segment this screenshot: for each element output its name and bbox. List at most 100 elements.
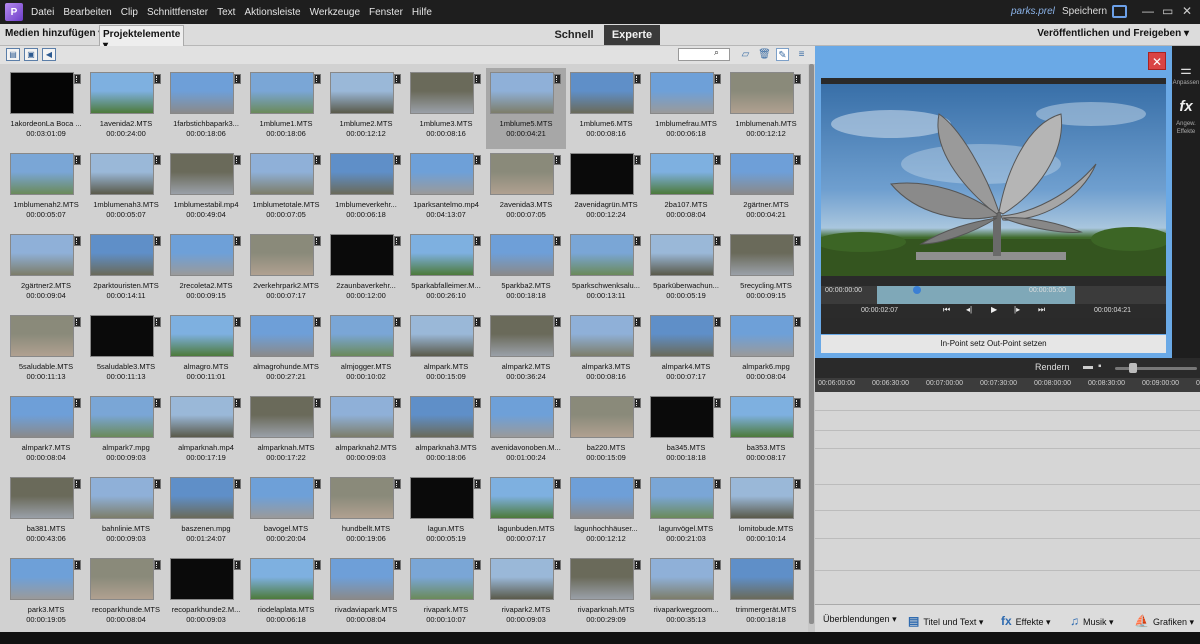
menu-clip[interactable]: Clip bbox=[121, 7, 138, 18]
filter-video-icon[interactable]: ▤ bbox=[6, 48, 20, 61]
effects-button[interactable]: fx Effekte ▾ bbox=[1001, 614, 1051, 628]
play-icon[interactable]: ▶ bbox=[991, 305, 997, 314]
media-thumbnail[interactable]: 5recycling.MTS 00:00:09:15 bbox=[726, 230, 806, 311]
menu-fenster[interactable]: Fenster bbox=[369, 7, 403, 18]
menu-aktionsleiste[interactable]: Aktionsleiste bbox=[244, 7, 300, 18]
media-thumbnail[interactable]: 2recoleta2.MTS 00:00:09:15 bbox=[166, 230, 246, 311]
minimize-icon[interactable]: — bbox=[1142, 4, 1154, 18]
media-thumbnail[interactable]: almagrohunde.MTS 00:00:27:21 bbox=[246, 311, 326, 392]
search-icon[interactable]: ⌕ bbox=[714, 47, 724, 57]
menu-schnittfenster[interactable]: Schnittfenster bbox=[147, 7, 208, 18]
media-thumbnail[interactable]: almparknah2.MTS 00:00:09:03 bbox=[326, 392, 406, 473]
playhead-icon[interactable] bbox=[913, 286, 921, 294]
media-thumbnail[interactable]: 1mblumetotale.MTS 00:00:07:05 bbox=[246, 149, 326, 230]
timeline-tracks[interactable] bbox=[815, 392, 1200, 604]
media-thumbnail[interactable]: almpark.MTS 00:00:15:09 bbox=[406, 311, 486, 392]
media-thumbnail[interactable]: almparknah.MTS 00:00:17:22 bbox=[246, 392, 326, 473]
media-thumbnail[interactable]: 2gärtner2.MTS 00:00:09:04 bbox=[6, 230, 86, 311]
media-thumbnail[interactable]: lagunhochhäuser... 00:00:12:12 bbox=[566, 473, 646, 554]
media-thumbnail[interactable]: 1mblumenah.MTS 00:00:12:12 bbox=[726, 68, 806, 149]
media-thumbnail[interactable]: park3.MTS 00:00:19:05 bbox=[6, 554, 86, 632]
graphics-button[interactable]: ⛵ Grafiken ▾ bbox=[1134, 614, 1194, 628]
delete-icon[interactable]: 🗑 bbox=[758, 48, 771, 61]
media-thumbnail[interactable]: 1mblume1.MTS 00:00:18:06 bbox=[246, 68, 326, 149]
maximize-icon[interactable]: ▭ bbox=[1162, 4, 1173, 18]
timeline-ruler[interactable]: 00:06:00:00 00:06:30:00 00:07:00:00 00:07:3… bbox=[815, 378, 1200, 392]
media-thumbnail[interactable]: almpark6.mpg 00:00:08:04 bbox=[726, 311, 806, 392]
media-thumbnail[interactable]: lagunbuden.MTS 00:00:07:17 bbox=[486, 473, 566, 554]
media-thumbnail[interactable]: lagun.MTS 00:00:05:19 bbox=[406, 473, 486, 554]
media-thumbnail[interactable]: rivaparkwegzoom... 00:00:35:13 bbox=[646, 554, 726, 632]
media-thumbnail[interactable]: 1parksantelmo.mp4 00:04:13:07 bbox=[406, 149, 486, 230]
media-thumbnail[interactable]: ba345.MTS 00:00:18:18 bbox=[646, 392, 726, 473]
in-out-point-bar[interactable]: In-Point setz Out-Point setzen bbox=[821, 335, 1166, 353]
media-thumbnail[interactable]: ba353.MTS 00:00:08:17 bbox=[726, 392, 806, 473]
media-thumbnail[interactable]: lagunvögel.MTS 00:00:21:03 bbox=[646, 473, 726, 554]
media-thumbnail[interactable]: rivadaviapark.MTS 00:00:08:04 bbox=[326, 554, 406, 632]
media-thumbnail[interactable]: trimmergerät.MTS 00:00:18:18 bbox=[726, 554, 806, 632]
media-thumbnail[interactable]: ba220.MTS 00:00:15:09 bbox=[566, 392, 646, 473]
pin-icon[interactable]: ✎ bbox=[776, 48, 789, 61]
zoom-slider[interactable] bbox=[1115, 367, 1197, 370]
media-thumbnail[interactable]: 1mblumefrau.MTS 00:00:06:18 bbox=[646, 68, 726, 149]
tab-project-assets[interactable]: Projektelemente ▾ bbox=[99, 25, 184, 51]
media-thumbnail[interactable]: almjogger.MTS 00:00:10:02 bbox=[326, 311, 406, 392]
step-forward-icon[interactable]: |▸ bbox=[1014, 305, 1020, 314]
media-thumbnail[interactable]: ba381.MTS 00:00:43:06 bbox=[6, 473, 86, 554]
transitions-button[interactable]: Überblendungen ▾ bbox=[823, 614, 897, 625]
media-thumbnail[interactable]: 5parkschwenksalu... 00:00:13:11 bbox=[566, 230, 646, 311]
go-start-icon[interactable]: ⏮ bbox=[943, 305, 950, 315]
media-thumbnail[interactable]: almpark3.MTS 00:00:08:16 bbox=[566, 311, 646, 392]
media-thumbnail[interactable]: 5parküberwachun... 00:00:05:19 bbox=[646, 230, 726, 311]
step-back-icon[interactable]: ◂| bbox=[966, 305, 972, 314]
menu-bearbeiten[interactable]: Bearbeiten bbox=[63, 7, 111, 18]
media-thumbnail[interactable]: recoparkhunde.MTS 00:00:08:04 bbox=[86, 554, 166, 632]
media-thumbnail[interactable]: riodelaplata.MTS 00:00:06:18 bbox=[246, 554, 326, 632]
media-thumbnail[interactable]: 2gärtner.MTS 00:00:04:21 bbox=[726, 149, 806, 230]
media-thumbnail[interactable]: 2ba107.MTS 00:00:08:04 bbox=[646, 149, 726, 230]
media-thumbnail[interactable]: bahnlinie.MTS 00:00:09:03 bbox=[86, 473, 166, 554]
media-thumbnail[interactable]: avenidavonoben.M... 00:01:00:24 bbox=[486, 392, 566, 473]
media-thumbnail[interactable]: hundbellt.MTS 00:00:19:06 bbox=[326, 473, 406, 554]
media-thumbnail[interactable]: almparknah3.MTS 00:00:18:06 bbox=[406, 392, 486, 473]
menu-datei[interactable]: Datei bbox=[31, 7, 54, 18]
mode-expert-button[interactable]: Experte bbox=[604, 25, 660, 45]
applied-effects-icon[interactable]: fx bbox=[1175, 98, 1197, 116]
media-thumbnail[interactable]: 5saludable.MTS 00:00:11:13 bbox=[6, 311, 86, 392]
media-thumbnail[interactable]: almpark4.MTS 00:00:07:17 bbox=[646, 311, 726, 392]
media-scrollbar-thumb[interactable] bbox=[809, 64, 814, 624]
zoom-out-icon[interactable]: ▬ bbox=[1083, 361, 1093, 372]
media-thumbnail[interactable]: almparknah.mp4 00:00:17:19 bbox=[166, 392, 246, 473]
clip-trim-bar[interactable]: 00:00:00:00 00:00:05:00 bbox=[821, 286, 1166, 304]
menu-hilfe[interactable]: Hilfe bbox=[412, 7, 432, 18]
media-thumbnail[interactable]: 1mblume6.MTS 00:00:08:16 bbox=[566, 68, 646, 149]
media-thumbnail[interactable]: 1akordeonLa Boca ... 00:03:01:09 bbox=[6, 68, 86, 149]
panel-menu-icon[interactable]: ≡ bbox=[795, 48, 808, 61]
render-button[interactable]: Rendern bbox=[1035, 362, 1070, 372]
add-media-dropdown[interactable]: Medien hinzufügen ▾ bbox=[5, 28, 103, 39]
go-end-icon[interactable]: ⏭ bbox=[1038, 305, 1045, 315]
media-thumbnail[interactable]: rivapark2.MTS 00:00:09:03 bbox=[486, 554, 566, 632]
monitor-icon[interactable] bbox=[1112, 5, 1127, 18]
media-thumbnail[interactable]: almpark7.MTS 00:00:08:04 bbox=[6, 392, 86, 473]
media-thumbnail[interactable]: 2verkehrpark2.MTS 00:00:07:17 bbox=[246, 230, 326, 311]
adjust-icon[interactable]: ⚌ bbox=[1177, 62, 1195, 78]
close-preview-icon[interactable]: ✕ bbox=[1148, 52, 1166, 70]
media-thumbnail[interactable]: 1mblume3.MTS 00:00:08:16 bbox=[406, 68, 486, 149]
media-thumbnail[interactable]: 5parkabfalleimer.M... 00:00:26:10 bbox=[406, 230, 486, 311]
media-thumbnail[interactable]: 1mblumeverkehr... 00:00:06:18 bbox=[326, 149, 406, 230]
media-thumbnail[interactable]: 1mblume5.MTS 00:00:04:21 bbox=[486, 68, 566, 149]
filter-audio-icon[interactable]: ◀ bbox=[42, 48, 56, 61]
save-button[interactable]: Speichern bbox=[1062, 6, 1107, 17]
media-thumbnail[interactable]: 2parktouristen.MTS 00:00:14:11 bbox=[86, 230, 166, 311]
media-thumbnail[interactable]: 1mblumenah3.MTS 00:00:05:07 bbox=[86, 149, 166, 230]
close-window-icon[interactable]: ✕ bbox=[1182, 4, 1192, 18]
media-thumbnail[interactable]: almpark7.mpg 00:00:09:03 bbox=[86, 392, 166, 473]
media-thumbnail[interactable]: 5parkba2.MTS 00:00:18:18 bbox=[486, 230, 566, 311]
media-thumbnail[interactable]: rivaparknah.MTS 00:00:29:09 bbox=[566, 554, 646, 632]
zoom-slider-knob[interactable] bbox=[1129, 363, 1137, 373]
media-thumbnail[interactable]: 1farbstichbapark3... 00:00:18:06 bbox=[166, 68, 246, 149]
media-thumbnail[interactable]: lomitobude.MTS 00:00:10:14 bbox=[726, 473, 806, 554]
titles-button[interactable]: ▤ Titel und Text ▾ bbox=[908, 614, 983, 628]
menu-text[interactable]: Text bbox=[217, 7, 235, 18]
